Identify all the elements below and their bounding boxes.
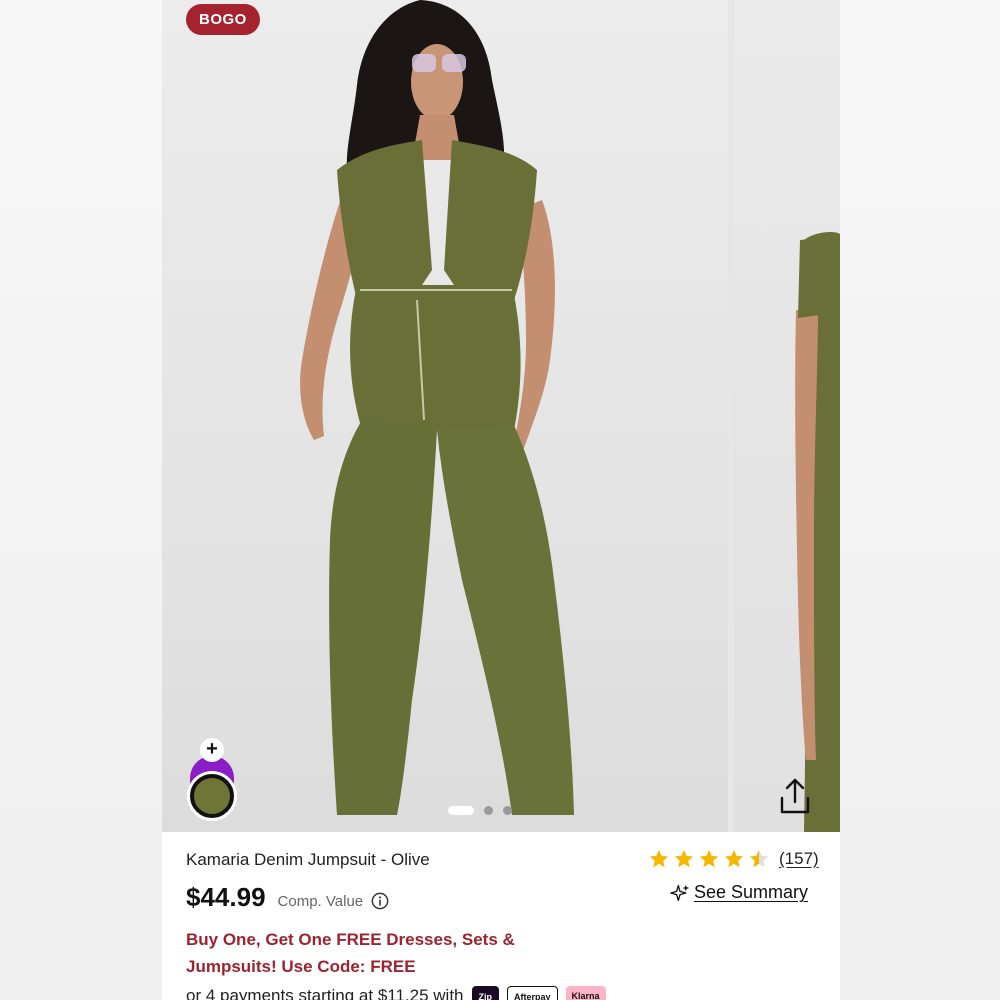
pagination-dot-active[interactable] (448, 805, 474, 815)
price-row: $44.99 Comp. Value (186, 882, 389, 913)
share-icon[interactable] (776, 776, 814, 816)
background-left (0, 0, 162, 1000)
product-image-next[interactable] (734, 0, 840, 832)
gallery-pagination (448, 804, 512, 816)
promo-text: Buy One, Get One FREE Dresses, Sets & Ju… (186, 930, 515, 976)
see-summary-label[interactable]: See Summary (694, 882, 808, 903)
product-price: $44.99 (186, 882, 266, 912)
payments-row: or 4 payments starting at $11.25 with Zi… (186, 986, 606, 1000)
star-icon (724, 849, 744, 868)
pagination-dot[interactable] (503, 805, 512, 815)
review-count[interactable]: (157) (779, 849, 819, 869)
product-title: Kamaria Denim Jumpsuit - Olive (186, 850, 430, 869)
image-gallery[interactable]: BOGO + (162, 0, 840, 832)
comp-value-label: Comp. Value (277, 893, 364, 910)
color-swatch-picker[interactable]: + (188, 738, 236, 822)
product-info: Kamaria Denim Jumpsuit - Olive (157) $44… (162, 832, 840, 1000)
rating-summary[interactable]: (157) (648, 848, 819, 870)
background-right (840, 0, 1000, 1000)
swatch-olive-selected[interactable] (190, 774, 234, 818)
payments-text: or 4 payments starting at $11.25 with (186, 986, 464, 1000)
product-page: BOGO + Kamaria Denim Jumpsuit - Olive (1… (162, 0, 840, 1000)
see-summary-link[interactable]: See Summary (670, 882, 808, 903)
model-photo (300, 0, 574, 815)
info-icon[interactable] (371, 892, 389, 910)
afterpay-logo[interactable]: Afterpay (507, 986, 558, 1000)
bogo-badge: BOGO (186, 4, 260, 35)
sparkle-icon (670, 884, 690, 901)
klarna-logo[interactable]: Klarna (565, 986, 606, 1000)
product-image-main[interactable]: BOGO + (162, 0, 728, 832)
zip-logo[interactable]: Zip (471, 986, 500, 1000)
star-icon (674, 849, 694, 868)
star-icon (699, 849, 719, 868)
pagination-dot[interactable] (484, 805, 493, 815)
more-swatches-plus[interactable]: + (200, 738, 224, 762)
model-photo-next (795, 232, 840, 832)
star-half-icon (749, 849, 769, 868)
star-icon (649, 849, 669, 868)
